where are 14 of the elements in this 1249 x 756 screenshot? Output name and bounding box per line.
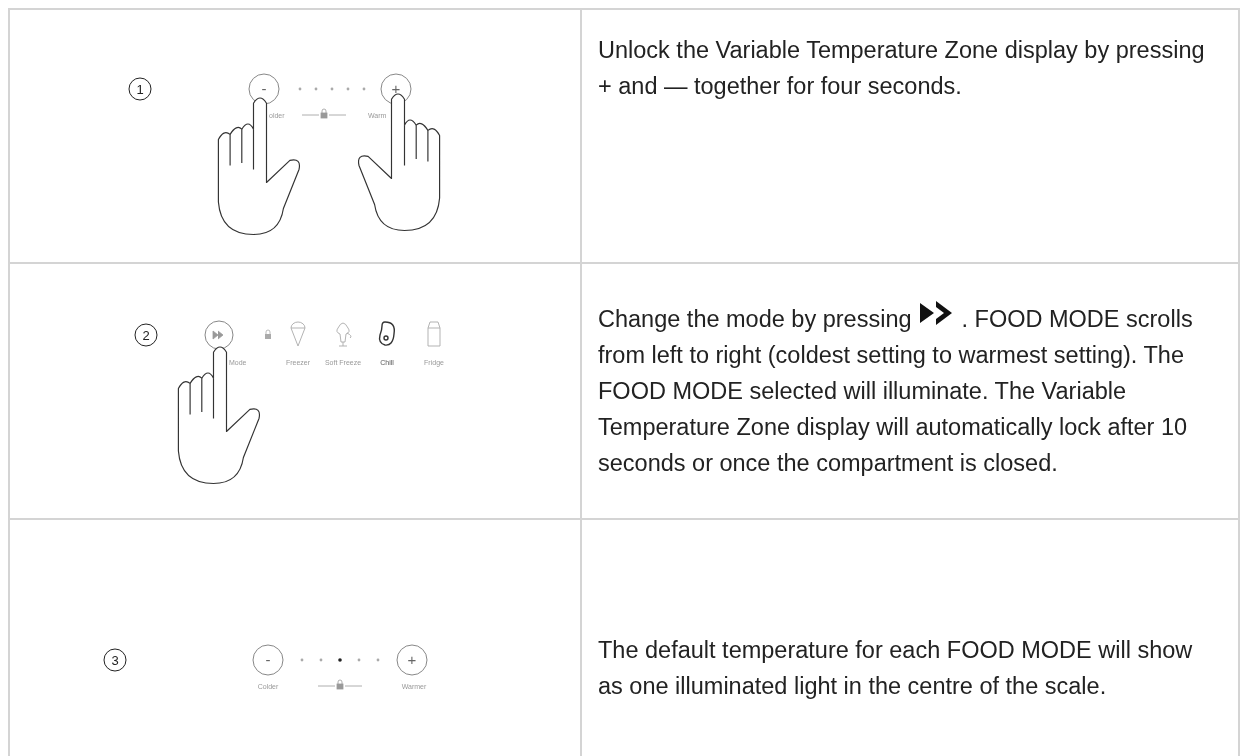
mode-key (204, 320, 234, 350)
instruction-text: The default temperature for each FOOD MODE will show as one illuminated light in the centre of the scale. (598, 636, 1194, 701)
lock-icon (265, 329, 271, 339)
scale-key: + (396, 644, 428, 676)
instruction-text: Change the mode by pressing . FOOD MODE scrolls from left to right (coldest setting to warmest setting). The FOOD MODE selected will illuminate. The Variable Temperature Zone display will automatically lock after 10 seconds or once the compartment is closed. (598, 301, 1212, 481)
instruction-text: Unlock the Variable Temperature Zone display by pressing + and — together for four seconds. (598, 36, 1206, 101)
lock-icon (317, 679, 363, 690)
scale-key: - (252, 644, 284, 676)
step-number: 1 (128, 77, 152, 101)
lock-icon (301, 108, 347, 119)
step-number: 3 (103, 648, 127, 672)
step-number: 2 (134, 323, 158, 347)
fast-forward-icon (919, 301, 954, 325)
scale-key: - (248, 73, 280, 105)
